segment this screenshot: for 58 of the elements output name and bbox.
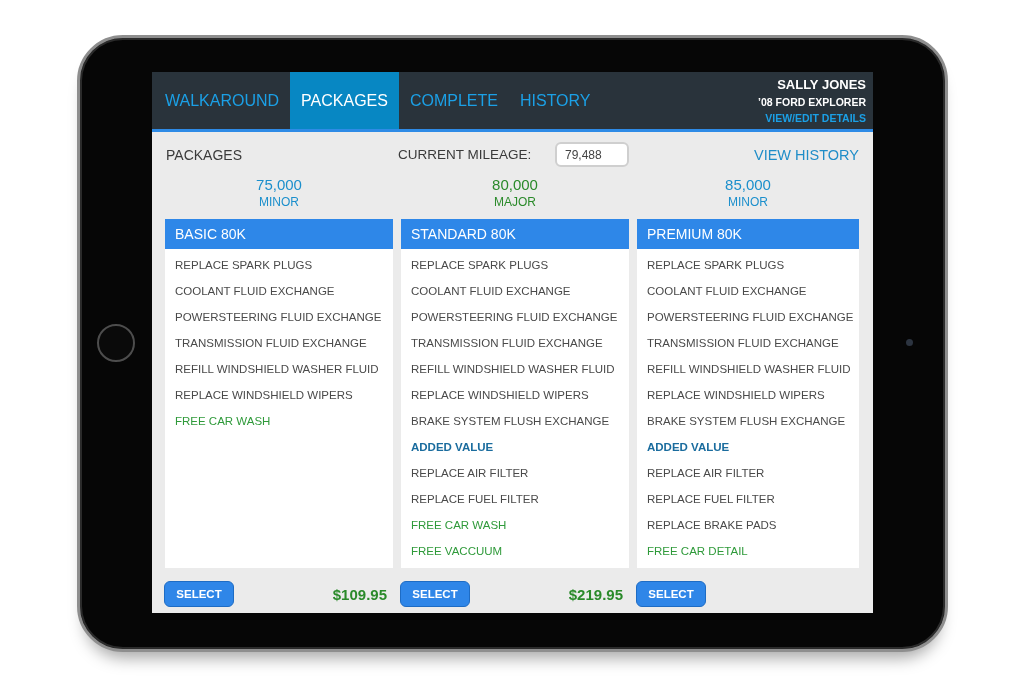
service-item: POWERSTEERING FLUID EXCHANGE: [175, 311, 382, 323]
details-link[interactable]: VIEW/EDIT DETAILS: [765, 111, 866, 126]
service-item: COOLANT FLUID EXCHANGE: [411, 285, 571, 297]
select-button[interactable]: SELECT: [164, 581, 234, 607]
service-item: BRAKE SYSTEM FLUSH EXCHANGE: [647, 415, 846, 427]
service-level: MAJOR: [494, 194, 536, 210]
customer-name: SALLY JONES: [777, 76, 866, 94]
mileage-label: CURRENT MILEAGE:: [398, 147, 532, 162]
history-link[interactable]: VIEW HISTORY: [754, 146, 859, 163]
service-item: COOLANT FLUID EXCHANGE: [647, 285, 807, 297]
service-level: MINOR: [259, 194, 299, 210]
service-item: REPLACE AIR FILTER: [647, 467, 765, 479]
service-item: REPLACE WINDSHIELD WIPERS: [647, 389, 825, 401]
bonus-item: FREE CAR WASH: [411, 519, 507, 531]
camera-icon: [905, 339, 913, 346]
service-item: REPLACE SPARK PLUGS: [647, 259, 785, 271]
service-item: TRANSMISSION FLUID EXCHANGE: [411, 337, 603, 349]
package-price: $109.95: [332, 585, 387, 603]
bonus-item: FREE CAR WASH: [175, 415, 271, 427]
nav-tab[interactable]: COMPLETE: [398, 72, 509, 129]
package-title: PREMIUM 80K: [637, 219, 859, 249]
service-item: REFILL WINDSHIELD WASHER FLUID: [647, 363, 851, 375]
service-item: REPLACE WINDSHIELD WIPERS: [411, 389, 589, 401]
service-item: REFILL WINDSHIELD WASHER FLUID: [175, 363, 379, 375]
service-item: REPLACE WINDSHIELD WIPERS: [175, 389, 353, 401]
nav-tab[interactable]: PACKAGES: [290, 72, 399, 129]
service-item: REFILL WINDSHIELD WASHER FLUID: [411, 363, 615, 375]
service-item: TRANSMISSION FLUID EXCHANGE: [175, 337, 367, 349]
bonus-item: FREE CAR DETAIL: [647, 545, 748, 557]
service-item: POWERSTEERING FLUID EXCHANGE: [411, 311, 618, 323]
service-level: MINOR: [728, 194, 768, 210]
section-heading: ADDED VALUE: [411, 441, 494, 453]
section-heading: ADDED VALUE: [647, 441, 730, 453]
service-item: REPLACE SPARK PLUGS: [411, 259, 549, 271]
service-item: POWERSTEERING FLUID EXCHANGE: [647, 311, 854, 323]
service-item: REPLACE FUEL FILTER: [411, 493, 539, 505]
service-item: REPLACE BRAKE PADS: [647, 519, 777, 531]
service-item: REPLACE SPARK PLUGS: [175, 259, 313, 271]
nav-tab[interactable]: WALKAROUND: [154, 72, 291, 129]
mileage-field[interactable]: 79,488: [555, 142, 629, 167]
nav-tab[interactable]: HISTORY: [508, 72, 602, 129]
service-item: REPLACE FUEL FILTER: [647, 493, 775, 505]
select-button[interactable]: SELECT: [636, 581, 706, 607]
service-item: REPLACE AIR FILTER: [411, 467, 529, 479]
section-title: PACKAGES: [165, 146, 242, 163]
package-title: STANDARD 80K: [401, 219, 629, 249]
home-button[interactable]: [97, 323, 135, 362]
service-item: TRANSMISSION FLUID EXCHANGE: [647, 337, 839, 349]
bonus-item: FREE VACCUUM: [411, 545, 503, 557]
package-price: $219.95: [568, 585, 623, 603]
select-button[interactable]: SELECT: [400, 581, 470, 607]
vehicle-name: ’08 FORD EXPLORER: [758, 95, 866, 110]
mileage-milestone: 75,000: [256, 176, 302, 194]
service-item: BRAKE SYSTEM FLUSH EXCHANGE: [411, 415, 610, 427]
package-title: BASIC 80K: [165, 219, 393, 249]
mileage-milestone: 80,000: [492, 176, 538, 194]
service-item: COOLANT FLUID EXCHANGE: [175, 285, 335, 297]
mileage-milestone: 85,000: [725, 176, 771, 194]
